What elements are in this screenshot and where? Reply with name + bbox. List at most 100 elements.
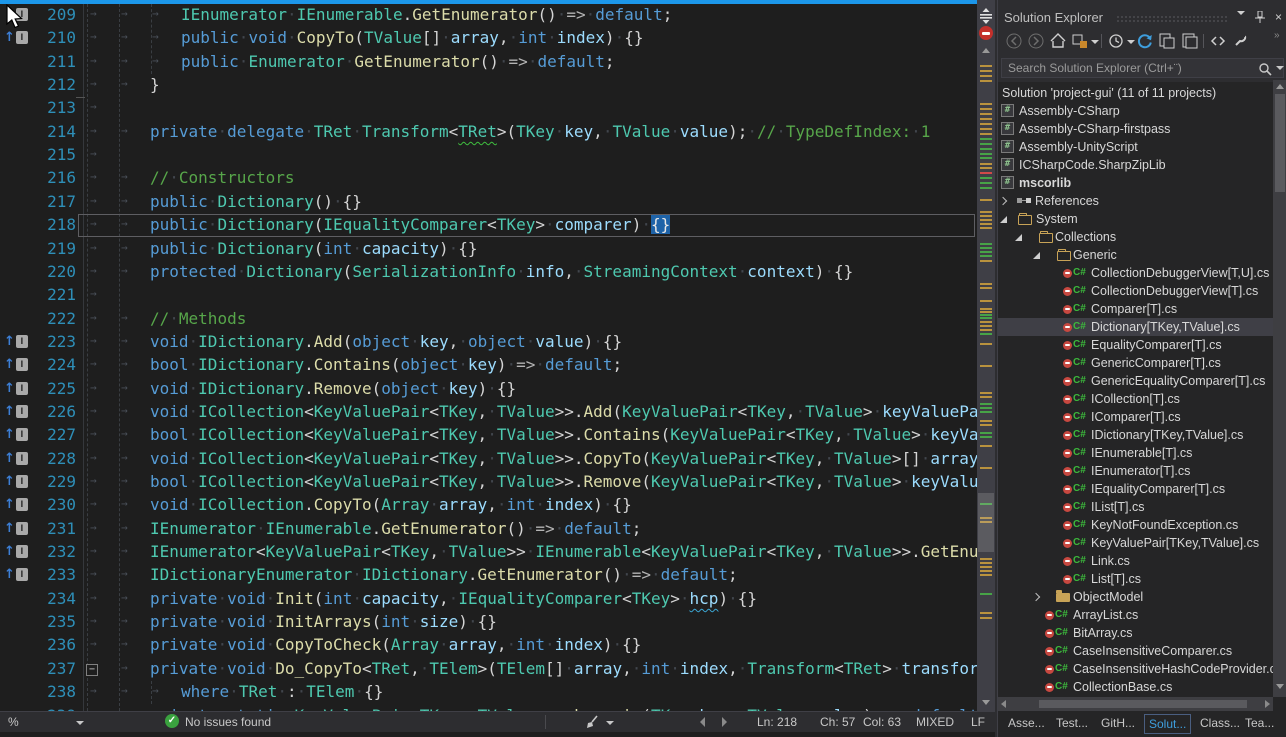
code-line[interactable]: 215→ <box>0 144 977 167</box>
line-number[interactable]: 218 <box>0 215 76 234</box>
implements-interface-glyph-icon[interactable]: ↑I <box>4 544 28 559</box>
tree-item[interactable]: C#BitArray.cs <box>998 624 1273 642</box>
implements-interface-glyph-icon[interactable]: ↑I <box>4 381 28 396</box>
code-line[interactable]: 237→→private·void·Do_CopyTo<TRet,·TElem>… <box>0 658 977 681</box>
health-check-icon[interactable]: ✓ <box>165 714 179 728</box>
properties-wrench-button[interactable] <box>1232 33 1248 49</box>
tree-horizontal-scrollbar[interactable] <box>998 697 1273 711</box>
switch-views-button[interactable] <box>1072 33 1088 49</box>
line-number[interactable]: 212 <box>0 75 76 94</box>
code-line[interactable]: 225↑I→→void·IDictionary.Remove(object·ke… <box>0 378 977 401</box>
tree-item[interactable]: C#ArrayList.cs <box>998 606 1273 624</box>
tree-item[interactable]: #mscorlib <box>998 174 1273 192</box>
implements-interface-glyph-icon[interactable]: ↑I <box>4 30 28 45</box>
line-number[interactable]: 220 <box>0 262 76 281</box>
code-line[interactable]: 238→→→where·TRet·:·TElem·{} <box>0 681 977 704</box>
toolbar-overflow-icon[interactable]: » <box>1274 30 1280 41</box>
tree-item[interactable]: C#ICollection[T].cs <box>998 390 1273 408</box>
tree-item[interactable]: #Assembly-CSharp <box>998 102 1273 120</box>
zoom-chevron-icon[interactable] <box>76 721 84 725</box>
code-line[interactable]: 212→→} <box>0 74 977 97</box>
editor-vertical-scrollbar[interactable] <box>977 0 995 711</box>
issues-status[interactable]: No issues found <box>185 715 271 729</box>
expander-collapsed-icon[interactable] <box>999 197 1007 205</box>
search-options-chevron-icon[interactable] <box>1276 66 1284 70</box>
code-line[interactable]: 222→→//·Methods <box>0 308 977 331</box>
code-line[interactable]: 233↑I→→IDictionaryEnumerator·IDictionary… <box>0 564 977 587</box>
code-line[interactable]: 217→→public·Dictionary()·{} <box>0 191 977 214</box>
implements-interface-glyph-icon[interactable]: ↑I <box>4 334 28 349</box>
tree-item[interactable]: C#IDictionary[TKey,TValue].cs <box>998 426 1273 444</box>
collapse-all-button[interactable] <box>1159 33 1176 49</box>
tree-item[interactable]: C#Dictionary[TKey,TValue].cs <box>998 318 1273 336</box>
tree-item[interactable]: C#IEnumerator[T].cs <box>998 462 1273 480</box>
code-line[interactable]: 221→ <box>0 284 977 307</box>
tree-item[interactable]: C#Link.cs <box>998 552 1273 570</box>
implements-interface-glyph-icon[interactable]: ↑I <box>4 474 28 489</box>
status-line-ending[interactable]: LF <box>971 715 985 729</box>
implements-interface-glyph-icon[interactable]: ↑I <box>4 521 28 536</box>
line-number[interactable]: 219 <box>0 239 76 258</box>
tree-item[interactable]: C#CollectionDebuggerView[T,U].cs <box>998 264 1273 282</box>
split-editor-handle-icon[interactable] <box>979 8 993 24</box>
tree-item[interactable]: C#CaseInsensitiveComparer.cs <box>998 642 1273 660</box>
tree-item[interactable]: C#CollectionBase.cs <box>998 678 1273 696</box>
home-button[interactable] <box>1050 33 1066 49</box>
analysis-suspended-icon[interactable] <box>979 26 993 40</box>
code-viewport[interactable]: 209↑I→→→IEnumerator·IEnumerable.GetEnume… <box>0 4 977 711</box>
search-icon[interactable] <box>1258 62 1272 76</box>
tree-item[interactable]: C#Comparer[T].cs <box>998 300 1273 318</box>
fold-toggle[interactable]: − <box>86 664 98 676</box>
line-number[interactable]: 237 <box>0 659 76 678</box>
filter-chevron-icon[interactable] <box>1127 40 1135 44</box>
tree-vertical-scrollbar[interactable] <box>1273 80 1286 697</box>
scrollbar-thumb[interactable] <box>1039 700 1247 708</box>
scroll-down-arrow[interactable] <box>982 700 990 705</box>
status-encoding[interactable]: MIXED <box>916 715 954 729</box>
window-position-chevron-icon[interactable] <box>1237 11 1245 15</box>
code-line[interactable]: 213→ <box>0 97 977 120</box>
code-line[interactable]: 227↑I→→bool·ICollection<KeyValuePair<TKe… <box>0 424 977 447</box>
implements-interface-glyph-icon[interactable]: ↑I <box>4 404 28 419</box>
status-column[interactable]: Col: 63 <box>863 715 901 729</box>
tree-item[interactable]: #Assembly-CSharp-firstpass <box>998 120 1273 138</box>
pending-changes-filter-button[interactable] <box>1108 33 1124 49</box>
implements-interface-glyph-icon[interactable]: ↑I <box>4 497 28 512</box>
code-line[interactable]: 214→→private·delegate·TRet·Transform<TRe… <box>0 121 977 144</box>
code-line[interactable]: 226↑I→→void·ICollection<KeyValuePair<TKe… <box>0 401 977 424</box>
tree-item-solution-root[interactable]: Solution 'project-gui' (11 of 11 project… <box>998 84 1273 102</box>
tree-item[interactable]: References <box>998 192 1273 210</box>
code-line[interactable]: 220→→protected·Dictionary(SerializationI… <box>0 261 977 284</box>
code-line[interactable]: 232↑I→→IEnumerator<KeyValuePair<TKey,·TV… <box>0 541 977 564</box>
tree-item[interactable]: C#CaseInsensitiveHashCodeProvider.cs <box>998 660 1273 678</box>
code-line[interactable]: 210↑I→→→public·void·CopyTo(TValue[]·arra… <box>0 27 977 50</box>
implements-interface-glyph-icon[interactable]: ↑I <box>4 427 28 442</box>
tree-item[interactable]: C#GenericEqualityComparer[T].cs <box>998 372 1273 390</box>
code-line[interactable]: 224↑I→→bool·IDictionary.Contains(object·… <box>0 354 977 377</box>
tree-item[interactable]: C#List[T].cs <box>998 570 1273 588</box>
implements-interface-glyph-icon[interactable]: ↑I <box>4 567 28 582</box>
switch-views-chevron-icon[interactable] <box>1091 40 1099 44</box>
scroll-right-arrow[interactable] <box>1265 700 1270 708</box>
expander-expanded-icon[interactable] <box>1033 252 1040 259</box>
tree-item[interactable]: C#EqualityComparer[T].cs <box>998 336 1273 354</box>
scrollbar-thumb[interactable] <box>1275 94 1285 192</box>
broom-chevron-icon[interactable] <box>606 721 614 725</box>
scrollbar-thumb[interactable] <box>978 493 994 552</box>
zoom-control[interactable]: % <box>8 715 19 729</box>
tree-item[interactable]: C#CollectionDebuggerView[T].cs <box>998 282 1273 300</box>
view-code-button[interactable] <box>1210 33 1226 49</box>
tree-item[interactable]: C#IList[T].cs <box>998 498 1273 516</box>
tree-item[interactable]: C#IComparer[T].cs <box>998 408 1273 426</box>
code-line[interactable]: 216→→//·Constructors <box>0 167 977 190</box>
code-line[interactable]: 218→→public·Dictionary(IEqualityComparer… <box>0 214 977 237</box>
tool-tab-tea[interactable]: Tea... <box>1241 714 1278 732</box>
tool-tab-asse[interactable]: Asse... <box>1004 714 1049 732</box>
tree-item[interactable]: Collections <box>998 228 1273 246</box>
line-number[interactable]: 213 <box>0 98 76 117</box>
line-number[interactable]: 235 <box>0 612 76 631</box>
line-number[interactable]: 211 <box>0 52 76 71</box>
tool-tab-solut[interactable]: Solut... <box>1144 714 1191 734</box>
close-icon[interactable]: × <box>1275 11 1282 23</box>
tree-item[interactable]: System <box>998 210 1273 228</box>
